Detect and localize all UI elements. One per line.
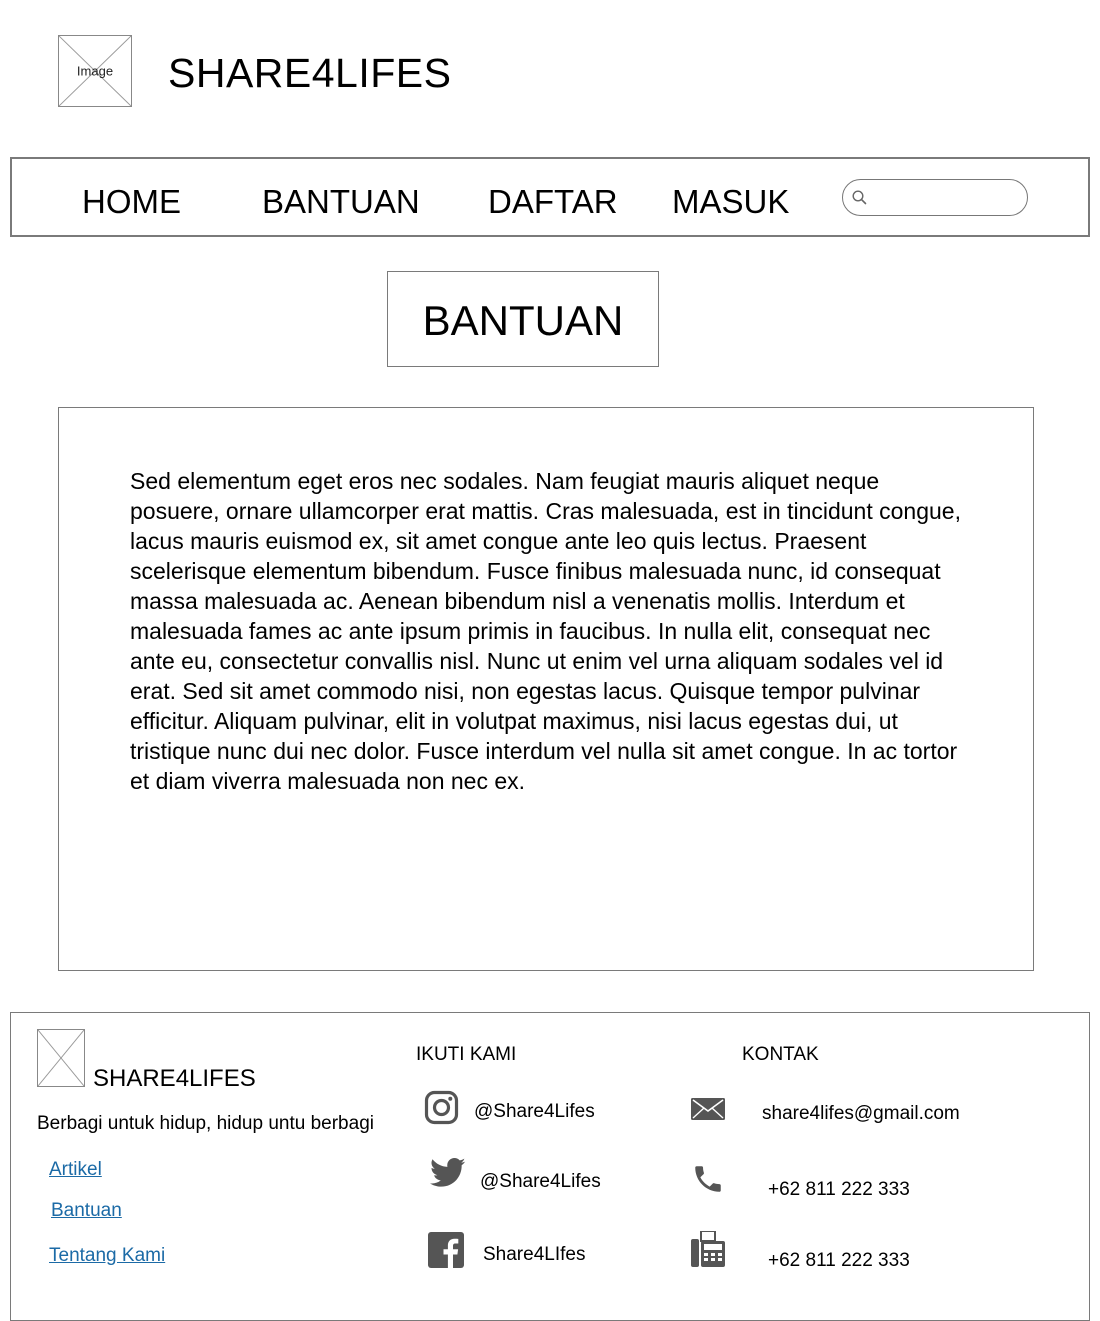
logo-image: Image	[58, 35, 132, 107]
facebook-handle[interactable]: Share4LIfes	[483, 1244, 585, 1266]
facebook-icon[interactable]	[428, 1232, 464, 1268]
footer-link-tentang-kami[interactable]: Tentang Kami	[49, 1245, 165, 1267]
twitter-icon[interactable]	[430, 1158, 466, 1188]
follow-heading: IKUTI KAMI	[416, 1044, 517, 1065]
footer-tagline: Berbagi untuk hidup, hidup untu berbagi	[37, 1113, 374, 1134]
instagram-icon[interactable]	[424, 1090, 459, 1125]
nav-item-masuk[interactable]: MASUK	[672, 183, 789, 221]
footer-link-bantuan[interactable]: Bantuan	[51, 1200, 122, 1222]
contact-email[interactable]: share4lifes@gmail.com	[762, 1103, 960, 1125]
search-icon	[852, 190, 867, 205]
page-heading-box: BANTUAN	[387, 271, 659, 367]
nav-item-home[interactable]: HOME	[82, 183, 181, 221]
phone-icon	[691, 1161, 725, 1197]
content-panel: Sed elementum eget eros nec sodales. Nam…	[58, 407, 1034, 971]
logo-image-label: Image	[76, 63, 114, 79]
instagram-handle[interactable]: @Share4Lifes	[474, 1101, 595, 1123]
content-body: Sed elementum eget eros nec sodales. Nam…	[130, 468, 961, 794]
fax-icon	[691, 1231, 725, 1267]
search-box[interactable]	[842, 179, 1028, 216]
twitter-handle[interactable]: @Share4Lifes	[480, 1171, 601, 1193]
page-title: BANTUAN	[422, 297, 624, 344]
main-nav: HOME BANTUAN DAFTAR MASUK	[10, 157, 1090, 237]
footer-link-artikel[interactable]: Artikel	[49, 1159, 102, 1181]
contact-fax[interactable]: +62 811 222 333	[768, 1250, 910, 1272]
footer: SHARE4LIFES Berbagi untuk hidup, hidup u…	[10, 1012, 1090, 1321]
footer-brand: SHARE4LIFES	[93, 1065, 256, 1092]
nav-item-bantuan[interactable]: BANTUAN	[262, 183, 420, 221]
contact-heading: KONTAK	[742, 1044, 819, 1065]
mail-icon	[691, 1098, 725, 1120]
nav-item-daftar[interactable]: DAFTAR	[488, 183, 618, 221]
site-title: SHARE4LIFES	[168, 50, 452, 96]
footer-logo-image	[37, 1029, 85, 1087]
search-input[interactable]	[873, 184, 1022, 213]
contact-phone[interactable]: +62 811 222 333	[768, 1179, 910, 1201]
